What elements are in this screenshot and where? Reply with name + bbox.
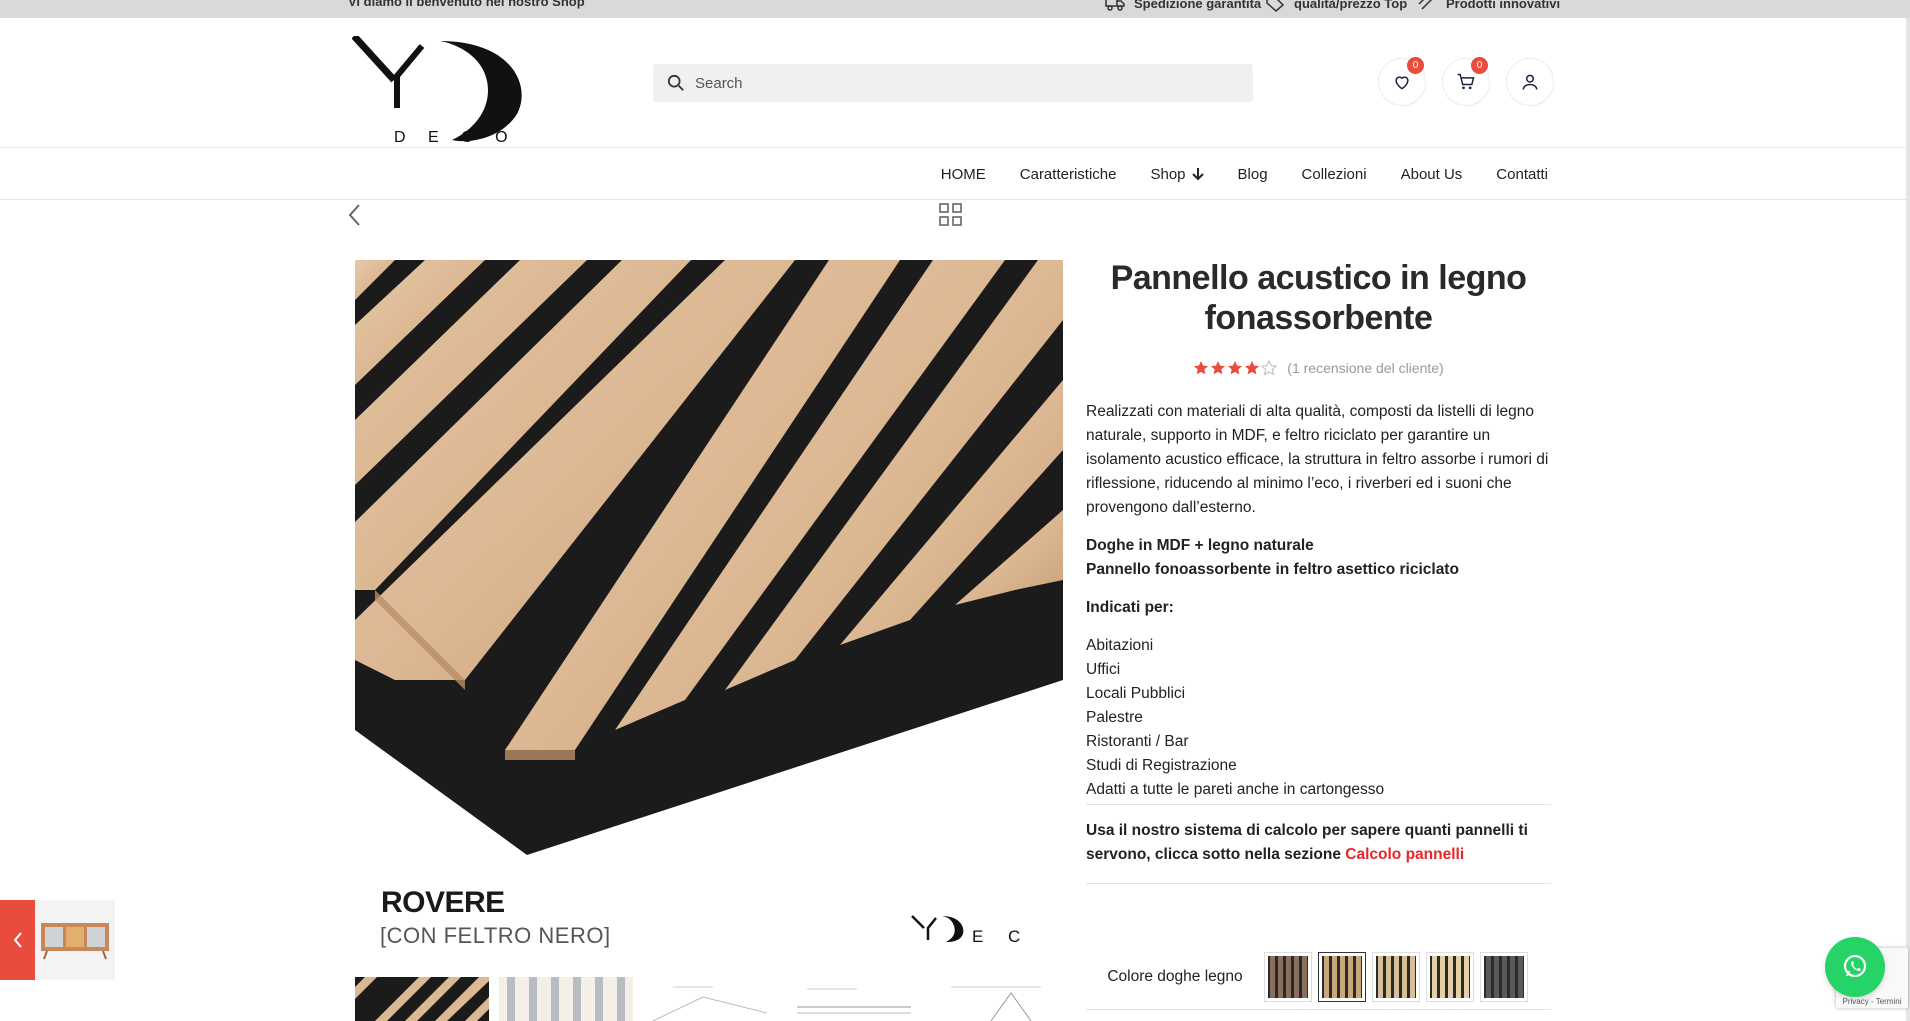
star-rating: [1193, 360, 1278, 376]
product-description: Realizzati con materiali di alta qualità…: [1086, 403, 1549, 516]
perk-innovative: Prodotti innovativi: [1416, 0, 1560, 12]
product-rating: (1 recensione del cliente): [1086, 360, 1551, 376]
heart-icon: [1395, 76, 1409, 90]
whatsapp-button[interactable]: [1825, 937, 1885, 997]
main-nav: HOME Caratteristiche Shop Blog Collezion…: [0, 148, 1910, 200]
calculator-hint: Usa il nostro sistema di calcolo per sap…: [1086, 819, 1551, 884]
tag-icon: [1266, 0, 1285, 12]
review-count-link[interactable]: (1 recensione del cliente): [1287, 360, 1443, 376]
nav-item-about-us[interactable]: About Us: [1384, 166, 1480, 183]
thumbnail[interactable]: [643, 977, 777, 1021]
uses-list: Abitazioni Uffici Locali Pubblici Palest…: [1086, 634, 1551, 805]
image-caption-subtitle: [CON FELTRO NERO]: [380, 923, 611, 948]
nav-item-caratteristiche[interactable]: Caratteristiche: [1003, 166, 1134, 183]
top-bar: Vi diamo il benvenuto nel nostro Shop Sp…: [0, 0, 1910, 18]
wishlist-count-badge: 0: [1407, 57, 1424, 74]
star-filled-icon: [1245, 361, 1260, 375]
list-item: Uffici: [1086, 661, 1121, 678]
search-icon: [667, 74, 684, 91]
thumbnail[interactable]: [499, 977, 633, 1021]
search-input[interactable]: [695, 74, 1235, 92]
chevron-left-icon: [0, 900, 35, 980]
search-bar[interactable]: [653, 64, 1253, 102]
nav-item-home[interactable]: HOME: [924, 166, 1003, 183]
list-item: Adatti a tutte le pareti anche in carton…: [1086, 781, 1385, 798]
thumbnail[interactable]: [355, 977, 489, 1021]
nav-item-contatti[interactable]: Contatti: [1479, 166, 1548, 183]
star-filled-icon: [1211, 361, 1226, 375]
list-item: Abitazioni: [1086, 637, 1154, 654]
cart-icon: [1457, 73, 1475, 90]
nav-item-blog[interactable]: Blog: [1221, 166, 1285, 183]
cart-count-badge: 0: [1471, 57, 1488, 74]
image-watermark-logo: E C O: [911, 915, 1040, 946]
star-filled-icon: [1228, 361, 1243, 375]
thumbnail[interactable]: [931, 977, 1063, 1021]
previous-product-thumbnail: [35, 900, 115, 980]
star-empty-icon: [1261, 360, 1278, 376]
color-selector: Colore doghe legno: [1086, 944, 1551, 1010]
color-swatch[interactable]: [1480, 951, 1528, 1002]
previous-product-link[interactable]: [0, 900, 115, 980]
cart-button[interactable]: 0: [1442, 57, 1490, 106]
color-swatch-selected[interactable]: [1318, 951, 1366, 1002]
calculator-link[interactable]: Calcolo pannelli: [1345, 846, 1464, 863]
thumbnail[interactable]: [787, 977, 921, 1021]
list-item: Locali Pubblici: [1086, 685, 1186, 702]
scrollbar[interactable]: [1906, 18, 1910, 1021]
indicated-for-label: Indicati per:: [1086, 599, 1174, 616]
star-filled-icon: [1194, 361, 1209, 375]
site-logo[interactable]: D E C O: [352, 36, 532, 146]
color-swatch[interactable]: [1372, 951, 1420, 1002]
site-header: D E C O 0 0: [0, 18, 1910, 148]
truck-icon: [1105, 0, 1125, 11]
grid-view-icon[interactable]: [938, 202, 964, 228]
image-caption-title: ROVERE: [381, 886, 505, 919]
color-swatch[interactable]: [1426, 951, 1474, 1002]
svg-text:E C O: E C O: [972, 927, 1040, 946]
wishlist-button[interactable]: 0: [1378, 57, 1426, 106]
product-features: Doghe in MDF + legno naturale Pannello f…: [1086, 537, 1459, 578]
list-item: Ristoranti / Bar: [1086, 733, 1189, 750]
thumbnail-strip: [355, 977, 1063, 1021]
user-icon: [1522, 74, 1538, 90]
product-summary: Pannello acustico in legno fonassorbente…: [1086, 258, 1551, 884]
product-main-image[interactable]: [355, 260, 1063, 960]
color-swatch[interactable]: [1264, 951, 1312, 1002]
paperclip-icon: [1418, 0, 1433, 10]
arrow-down-icon: [1191, 168, 1204, 181]
whatsapp-icon: [1843, 954, 1867, 978]
nav-item-collezioni[interactable]: Collezioni: [1285, 166, 1384, 183]
color-label: Colore doghe legno: [1107, 967, 1243, 985]
perk-quality: qualità/prezzo Top: [1264, 0, 1407, 12]
svg-text:D E C O: D E C O: [394, 129, 517, 146]
welcome-text: Vi diamo il benvenuto nel nostro Shop: [348, 0, 585, 9]
perk-shipping: Spedizione garantita: [1104, 0, 1261, 12]
nav-item-shop[interactable]: Shop: [1133, 166, 1220, 183]
list-item: Studi di Registrazione: [1086, 757, 1237, 774]
account-button[interactable]: [1506, 58, 1554, 106]
chevron-left-icon[interactable]: [345, 202, 365, 228]
list-item: Palestre: [1086, 709, 1143, 726]
product-title: Pannello acustico in legno fonassorbente: [1110, 259, 1527, 337]
